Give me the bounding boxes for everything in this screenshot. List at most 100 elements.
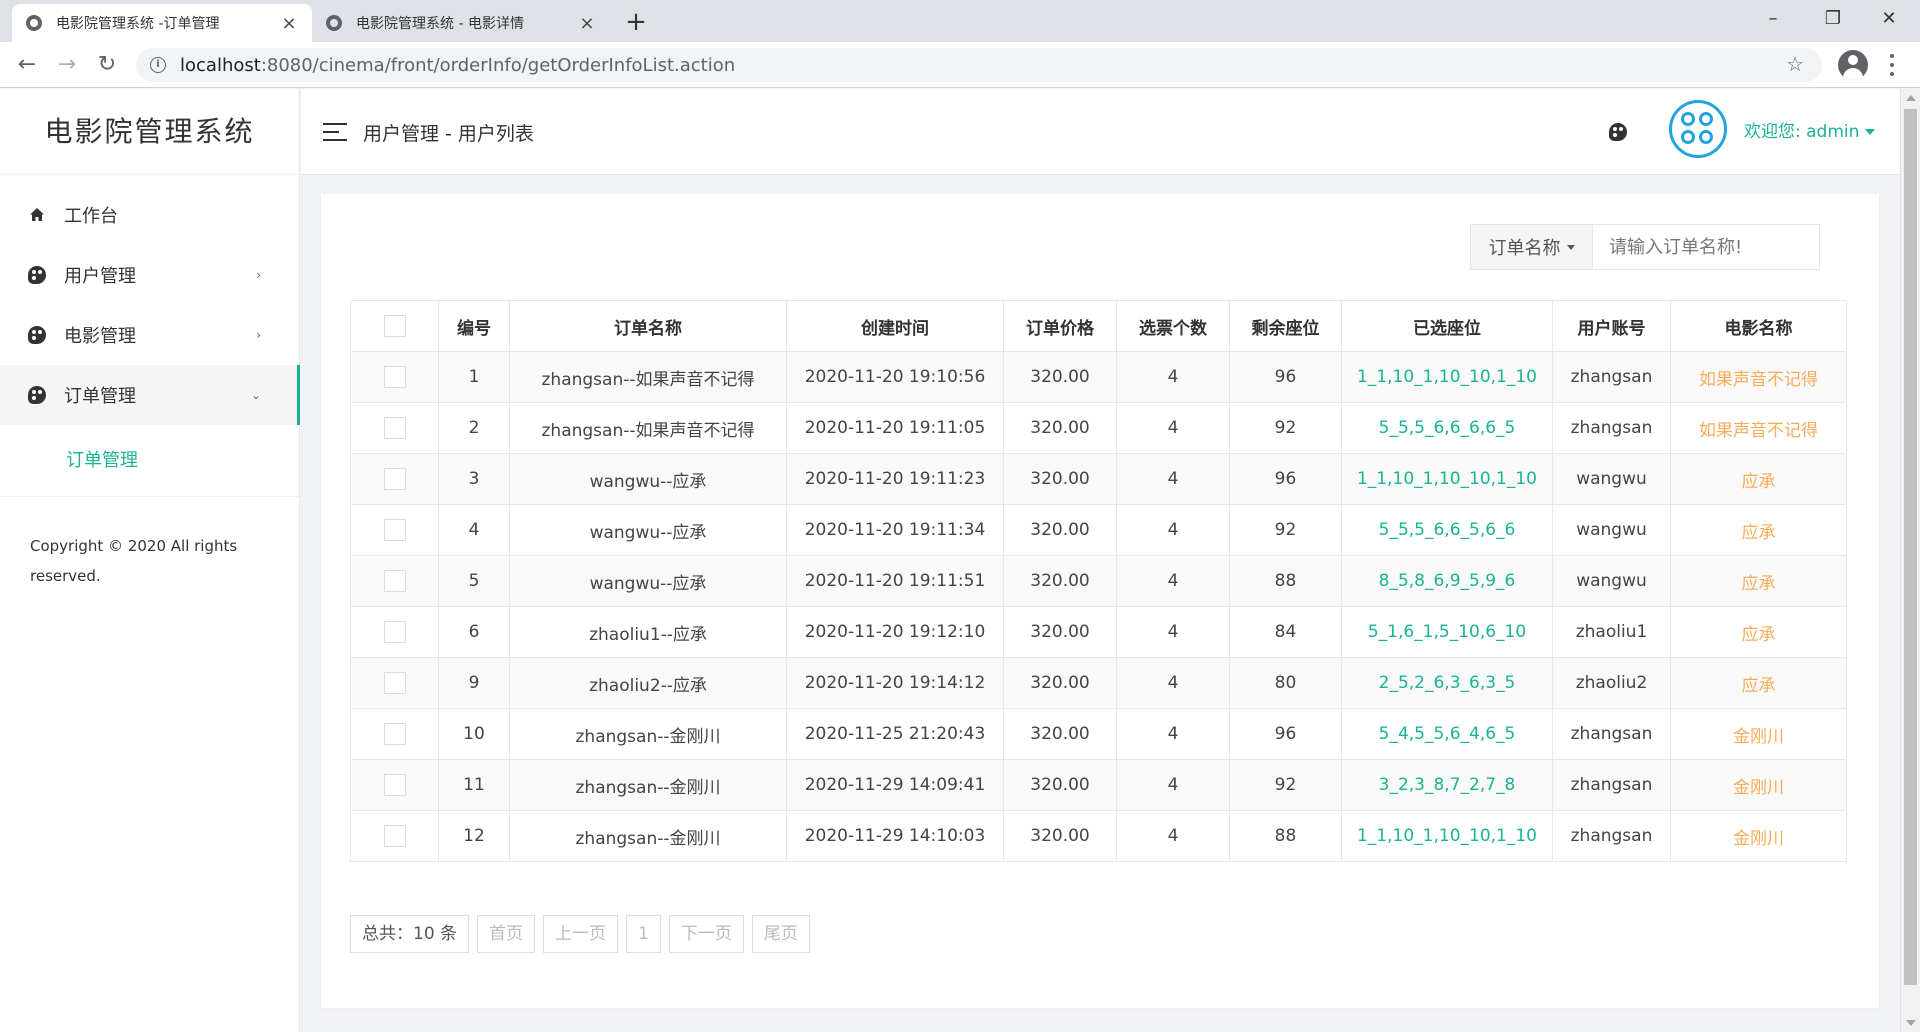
- selected-seats-cell: 1_1,10_1,10_10,1_10: [1341, 453, 1553, 505]
- close-window-button[interactable]: ✕: [1866, 4, 1912, 34]
- user-menu[interactable]: 欢迎您: admin: [1744, 117, 1876, 142]
- prev-page-button[interactable]: 上一页: [543, 915, 619, 953]
- browser-toolbar: ← → ↻ i localhost:8080/cinema/front/orde…: [0, 42, 1920, 88]
- page-number-button[interactable]: 1: [626, 915, 661, 953]
- account-cell: zhangsan: [1552, 759, 1671, 811]
- maximize-button[interactable]: ❐: [1810, 4, 1856, 34]
- theme-palette-icon[interactable]: [1609, 123, 1627, 141]
- created-time-cell: 2020-11-20 19:11:51: [786, 555, 1004, 607]
- profile-icon[interactable]: [1838, 50, 1868, 80]
- sidebar-subitem-orders[interactable]: 订单管理: [0, 425, 299, 497]
- ticket-count-cell: 4: [1116, 708, 1230, 760]
- account-cell: zhangsan: [1552, 351, 1671, 403]
- movie-name-cell[interactable]: 金刚川: [1670, 810, 1847, 862]
- search-input[interactable]: [1593, 225, 1819, 269]
- select-all-checkbox[interactable]: [383, 315, 406, 337]
- table-row: 6 zhaoliu1--应承 2020-11-20 19:12:10 320.00 4 8…: [350, 606, 1847, 658]
- selected-seats-cell: 5_1,6_1,5_10,6_10: [1341, 606, 1553, 658]
- close-tab-icon[interactable]: ×: [578, 13, 596, 34]
- movie-name-cell[interactable]: 如果声音不记得: [1670, 351, 1847, 403]
- order-name-cell: zhangsan--金刚川: [509, 759, 787, 811]
- search-field-select[interactable]: 订单名称: [1471, 225, 1593, 269]
- address-bar[interactable]: i localhost:8080/cinema/front/orderInfo/…: [136, 48, 1822, 82]
- scroll-down-icon[interactable]: [1906, 1020, 1916, 1026]
- row-checkbox[interactable]: [383, 570, 406, 592]
- created-time-cell: 2020-11-20 19:14:12: [786, 657, 1004, 709]
- column-header: 选票个数: [1116, 300, 1230, 352]
- order-id-cell: 5: [438, 555, 510, 607]
- row-checkbox[interactable]: [383, 621, 406, 643]
- avatar[interactable]: [1669, 100, 1727, 158]
- order-id-cell: 1: [438, 351, 510, 403]
- sidebar-item-movie-management[interactable]: 电影管理 ›: [0, 305, 299, 365]
- row-select-cell: [350, 657, 439, 709]
- info-icon[interactable]: i: [150, 57, 166, 73]
- selected-seats-cell: 8_5,8_6,9_5,9_6: [1341, 555, 1553, 607]
- row-checkbox[interactable]: [383, 825, 406, 847]
- table-row: 2 zhangsan--如果声音不记得 2020-11-20 19:11:05 320…: [350, 402, 1847, 454]
- next-page-button[interactable]: 下一页: [668, 915, 744, 953]
- price-cell: 320.00: [1003, 810, 1117, 862]
- ticket-count-cell: 4: [1116, 555, 1230, 607]
- movie-name-cell[interactable]: 应承: [1670, 657, 1847, 709]
- total-count: 总共：10 条: [350, 915, 470, 953]
- row-checkbox[interactable]: [383, 723, 406, 745]
- new-tab-button[interactable]: +: [622, 8, 650, 36]
- sidebar-item-order-management[interactable]: 订单管理 ⌄: [0, 365, 300, 425]
- back-button[interactable]: ←: [12, 50, 42, 80]
- sidebar-item-user-management[interactable]: 用户管理 ›: [0, 245, 299, 305]
- selected-seats-cell: 5_5,5_6,6_5,6_6: [1341, 504, 1553, 556]
- column-header: 用户账号: [1552, 300, 1671, 352]
- created-time-cell: 2020-11-20 19:11:34: [786, 504, 1004, 556]
- order-id-cell: 2: [438, 402, 510, 454]
- movie-name-cell[interactable]: 金刚川: [1670, 759, 1847, 811]
- order-name-cell: zhangsan--如果声音不记得: [509, 402, 787, 454]
- browser-tab-active[interactable]: 电影院管理系统 -订单管理 ×: [12, 4, 312, 42]
- sidebar-item-workbench[interactable]: 工作台: [0, 185, 299, 245]
- breadcrumb: 用户管理 - 用户列表: [363, 123, 534, 145]
- remaining-seats-cell: 80: [1229, 657, 1342, 709]
- browser-tab-bar: 电影院管理系统 -订单管理 × 电影院管理系统 - 电影详情 × + – ❐ ✕: [0, 0, 1920, 42]
- order-name-cell: zhaoliu2--应承: [509, 657, 787, 709]
- browser-tab[interactable]: 电影院管理系统 - 电影详情 ×: [312, 4, 610, 42]
- menu-toggle-icon[interactable]: [323, 123, 347, 141]
- movie-name-cell[interactable]: 如果声音不记得: [1670, 402, 1847, 454]
- copyright-text: Copyright © 2020 All rights reserved.: [30, 537, 238, 585]
- scrollbar-thumb[interactable]: [1904, 109, 1917, 985]
- minimize-button[interactable]: –: [1750, 4, 1796, 34]
- movie-name-cell[interactable]: 应承: [1670, 555, 1847, 607]
- table-row: 9 zhaoliu2--应承 2020-11-20 19:14:12 320.00 4 8…: [350, 657, 1847, 709]
- row-checkbox[interactable]: [383, 672, 406, 694]
- bookmark-star-icon[interactable]: ☆: [1786, 52, 1804, 76]
- first-page-button[interactable]: 首页: [477, 915, 536, 953]
- username: admin: [1806, 122, 1860, 142]
- row-checkbox[interactable]: [383, 366, 406, 388]
- selected-seats-cell: 3_2,3_8,7_2,7_8: [1341, 759, 1553, 811]
- forward-button[interactable]: →: [52, 50, 82, 80]
- row-checkbox[interactable]: [383, 774, 406, 796]
- scroll-up-icon[interactable]: [1906, 95, 1916, 101]
- account-cell: zhangsan: [1552, 402, 1671, 454]
- reload-button[interactable]: ↻: [92, 50, 122, 80]
- ticket-count-cell: 4: [1116, 810, 1230, 862]
- sidebar-item-label: 工作台: [64, 206, 118, 227]
- row-select-cell: [350, 759, 439, 811]
- movie-name-cell[interactable]: 金刚川: [1670, 708, 1847, 760]
- close-tab-icon[interactable]: ×: [280, 13, 298, 34]
- globe-icon: [326, 15, 342, 31]
- browser-menu-icon[interactable]: [1888, 52, 1896, 78]
- palette-icon: [28, 266, 46, 284]
- movie-name-cell[interactable]: 应承: [1670, 504, 1847, 556]
- movie-name-cell[interactable]: 应承: [1670, 453, 1847, 505]
- remaining-seats-cell: 88: [1229, 810, 1342, 862]
- row-checkbox[interactable]: [383, 417, 406, 439]
- row-checkbox[interactable]: [383, 519, 406, 541]
- ticket-count-cell: 4: [1116, 402, 1230, 454]
- page-scrollbar[interactable]: [1900, 89, 1920, 1032]
- selected-seats-cell: 1_1,10_1,10_10,1_10: [1341, 351, 1553, 403]
- last-page-button[interactable]: 尾页: [751, 915, 810, 953]
- created-time-cell: 2020-11-25 21:20:43: [786, 708, 1004, 760]
- caret-down-icon: [1566, 244, 1575, 250]
- movie-name-cell[interactable]: 应承: [1670, 606, 1847, 658]
- row-checkbox[interactable]: [383, 468, 406, 490]
